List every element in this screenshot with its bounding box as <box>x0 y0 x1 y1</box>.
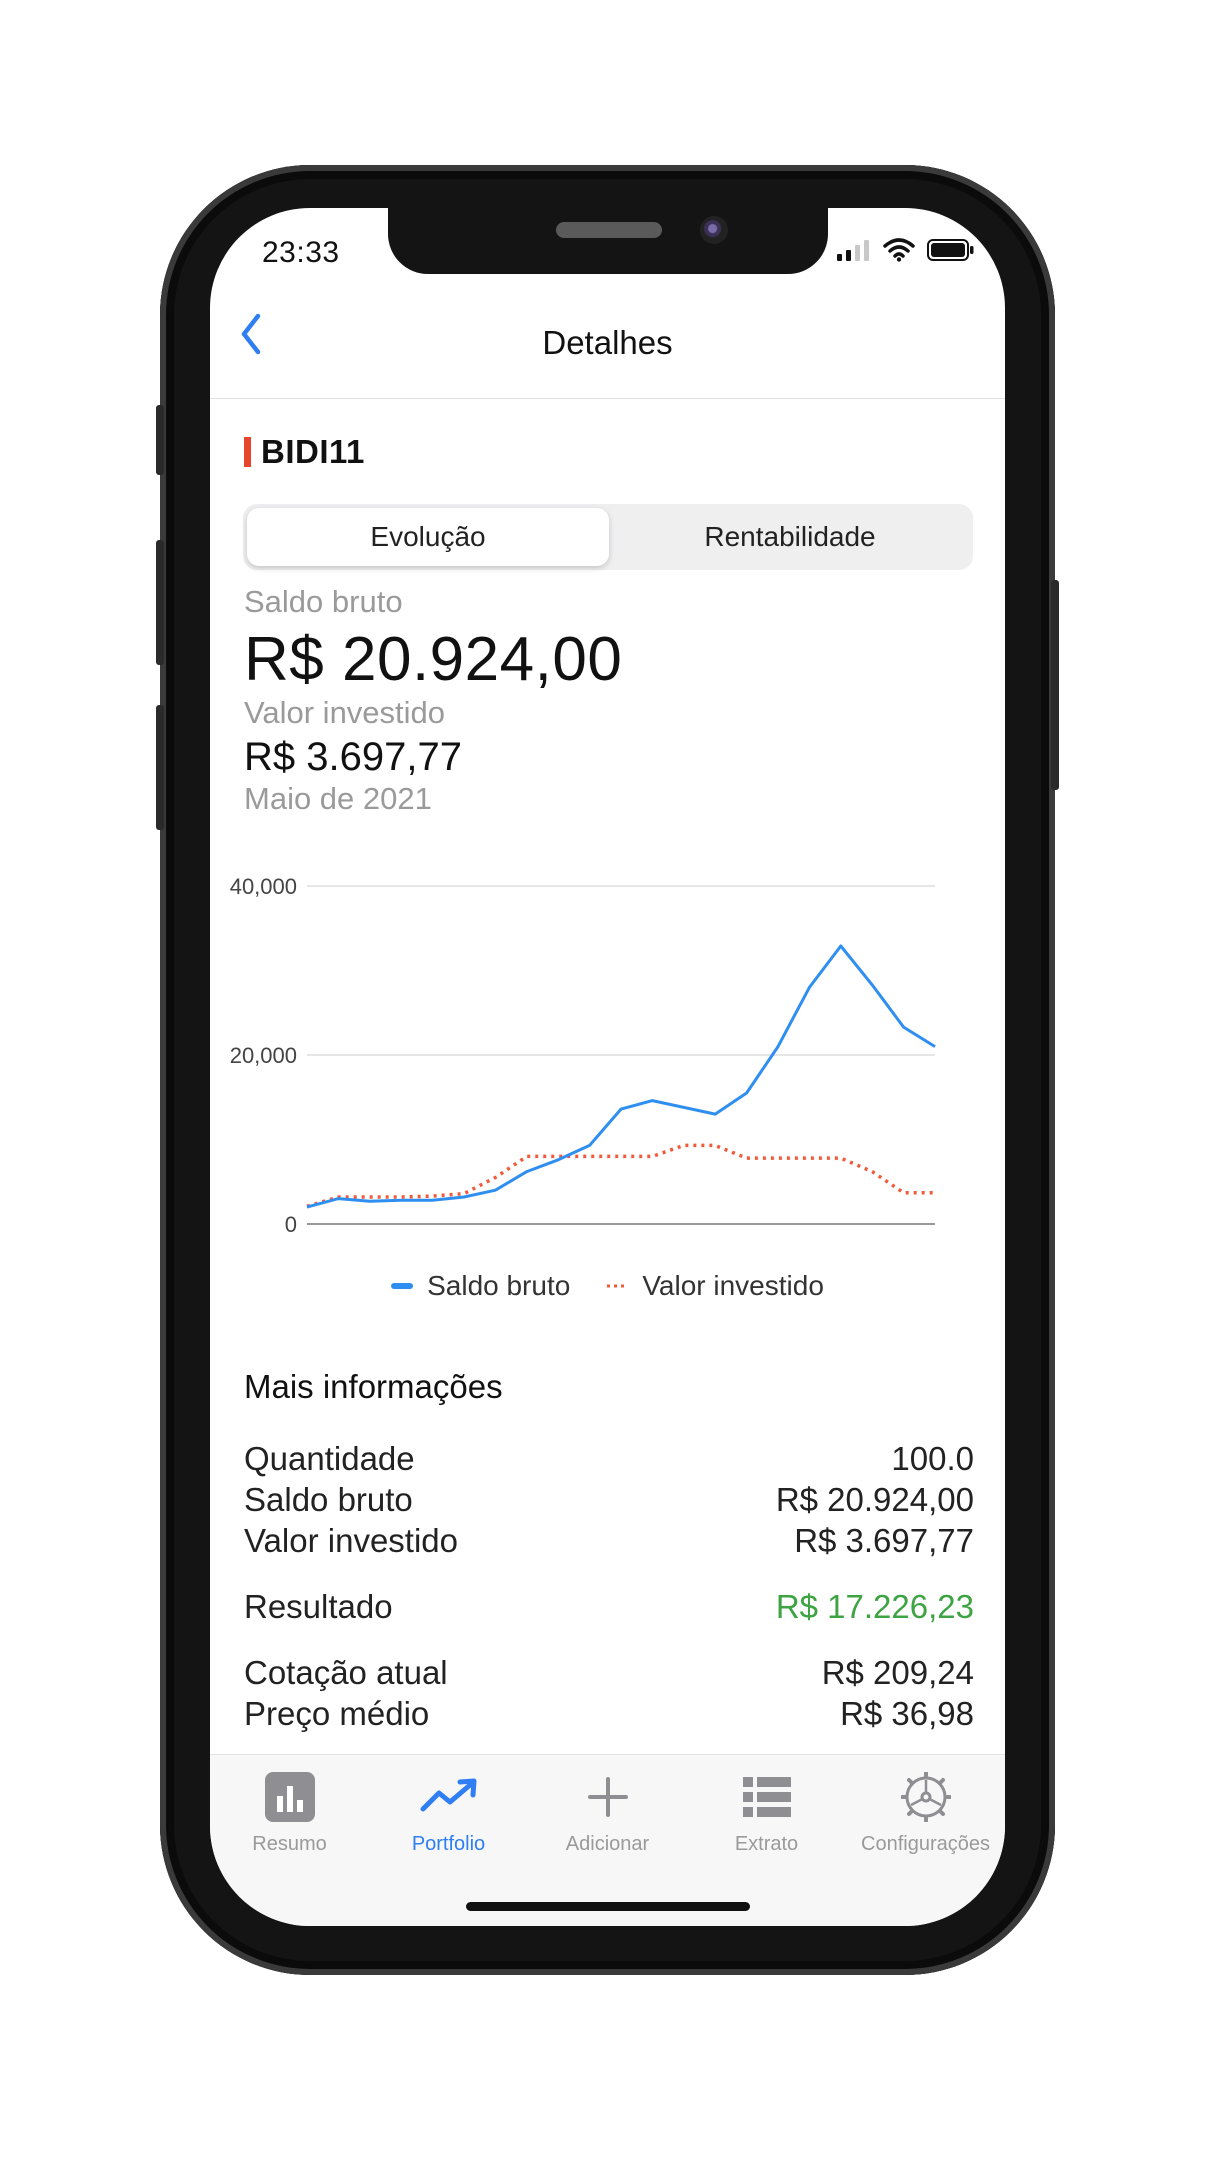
tab-resumo[interactable]: Resumo <box>210 1769 369 1856</box>
info-label: Preço médio <box>244 1695 430 1732</box>
result-value: R$ 17.226,23 <box>775 1588 974 1625</box>
legend-swatch-dotted <box>607 1284 628 1288</box>
tab-evolucao[interactable]: Evolução <box>247 508 609 566</box>
info-value: R$ 20.924,00 <box>775 1481 974 1518</box>
info-row-gross: Saldo bruto R$ 20.924,00 <box>244 1481 974 1519</box>
series-line-gross <box>306 944 936 1209</box>
screen: 23:33 Detalhes BIDI11 Evolução Rentabili… <box>210 208 1005 1926</box>
speaker-grille <box>556 222 662 238</box>
tab-extrato[interactable]: Extrato <box>687 1769 846 1856</box>
info-row-average-price: Preço médio R$ 36,98 <box>244 1695 974 1733</box>
legend-label-gross: Saldo bruto <box>427 1270 571 1301</box>
mute-switch <box>156 405 164 475</box>
bar-chart-icon <box>264 1772 315 1822</box>
trend-up-icon <box>420 1778 476 1812</box>
tab-label: Configurações <box>861 1833 990 1855</box>
info-value: 100.0 <box>891 1440 974 1477</box>
invested-value: R$ 3.697,77 <box>244 735 462 779</box>
list-icon <box>742 1777 791 1817</box>
tab-label: Adicionar <box>565 1833 650 1855</box>
navigation-bar: Detalhes <box>210 288 1005 399</box>
tab-configuracoes[interactable]: Configurações <box>846 1769 1005 1856</box>
invested-label: Valor investido <box>244 695 446 730</box>
legend-item-gross: Saldo bruto <box>391 1270 570 1302</box>
info-label: Saldo bruto <box>244 1481 413 1518</box>
home-indicator <box>466 1902 750 1911</box>
legend-label-invested: Valor investido <box>642 1270 824 1301</box>
info-row-quantity: Quantidade 100.0 <box>244 1440 974 1478</box>
chart-legend: Saldo bruto Valor investido <box>210 1270 1005 1302</box>
tab-adicionar[interactable]: Adicionar <box>528 1769 687 1856</box>
tab-portfolio[interactable]: Portfolio <box>369 1769 528 1856</box>
info-value: R$ 36,98 <box>840 1695 974 1732</box>
wifi-icon <box>883 238 915 262</box>
info-value: R$ 3.697,77 <box>794 1522 974 1559</box>
volume-up-button <box>156 540 164 665</box>
gross-balance-value: R$ 20.924,00 <box>244 625 623 694</box>
gross-balance-label: Saldo bruto <box>244 584 403 619</box>
tab-rentabilidade[interactable]: Rentabilidade <box>609 508 971 566</box>
info-label: Valor investido <box>244 1522 459 1559</box>
legend-swatch-solid <box>391 1283 414 1289</box>
tab-label: Extrato <box>734 1833 799 1855</box>
page-title: Detalhes <box>542 324 673 361</box>
cellular-signal-icon <box>837 240 869 261</box>
tab-label: Resumo <box>252 1833 327 1855</box>
notch <box>388 208 828 274</box>
power-button <box>1051 580 1059 790</box>
plus-icon <box>587 1777 628 1817</box>
battery-icon <box>927 239 974 261</box>
info-label: Resultado <box>244 1588 393 1625</box>
info-row-current-price: Cotação atual R$ 209,24 <box>244 1654 974 1692</box>
status-icons <box>837 238 975 262</box>
more-info-title: Mais informações <box>244 1368 503 1405</box>
front-camera <box>700 216 728 244</box>
y-tick-label: 20,000 <box>230 1043 297 1068</box>
ticker-accent-bar <box>244 437 251 467</box>
tab-label: Portfolio <box>411 1833 486 1855</box>
series-line-invested <box>306 1143 935 1208</box>
gear-icon <box>900 1772 951 1822</box>
info-label: Cotação atual <box>244 1654 448 1691</box>
tab-bar: Resumo Portfolio Adicionar Extrato Confi… <box>210 1754 1005 1926</box>
period-label: Maio de 2021 <box>244 781 432 816</box>
info-value: R$ 209,24 <box>821 1654 974 1691</box>
info-label: Quantidade <box>244 1440 415 1477</box>
asset-header: BIDI11 <box>244 433 365 471</box>
info-row-invested: Valor investido R$ 3.697,77 <box>244 1522 974 1560</box>
asset-ticker: BIDI11 <box>261 433 365 470</box>
evolution-chart: 40,000 20,000 0 <box>230 874 936 1237</box>
legend-item-invested: Valor investido <box>606 1270 824 1302</box>
status-time: 23:33 <box>262 236 340 269</box>
volume-down-button <box>156 705 164 830</box>
segmented-control: Evolução Rentabilidade <box>243 504 973 570</box>
info-row-result: Resultado R$ 17.226,23 <box>244 1588 974 1626</box>
y-tick-label: 0 <box>285 1212 297 1237</box>
y-tick-label: 40,000 <box>230 874 297 899</box>
